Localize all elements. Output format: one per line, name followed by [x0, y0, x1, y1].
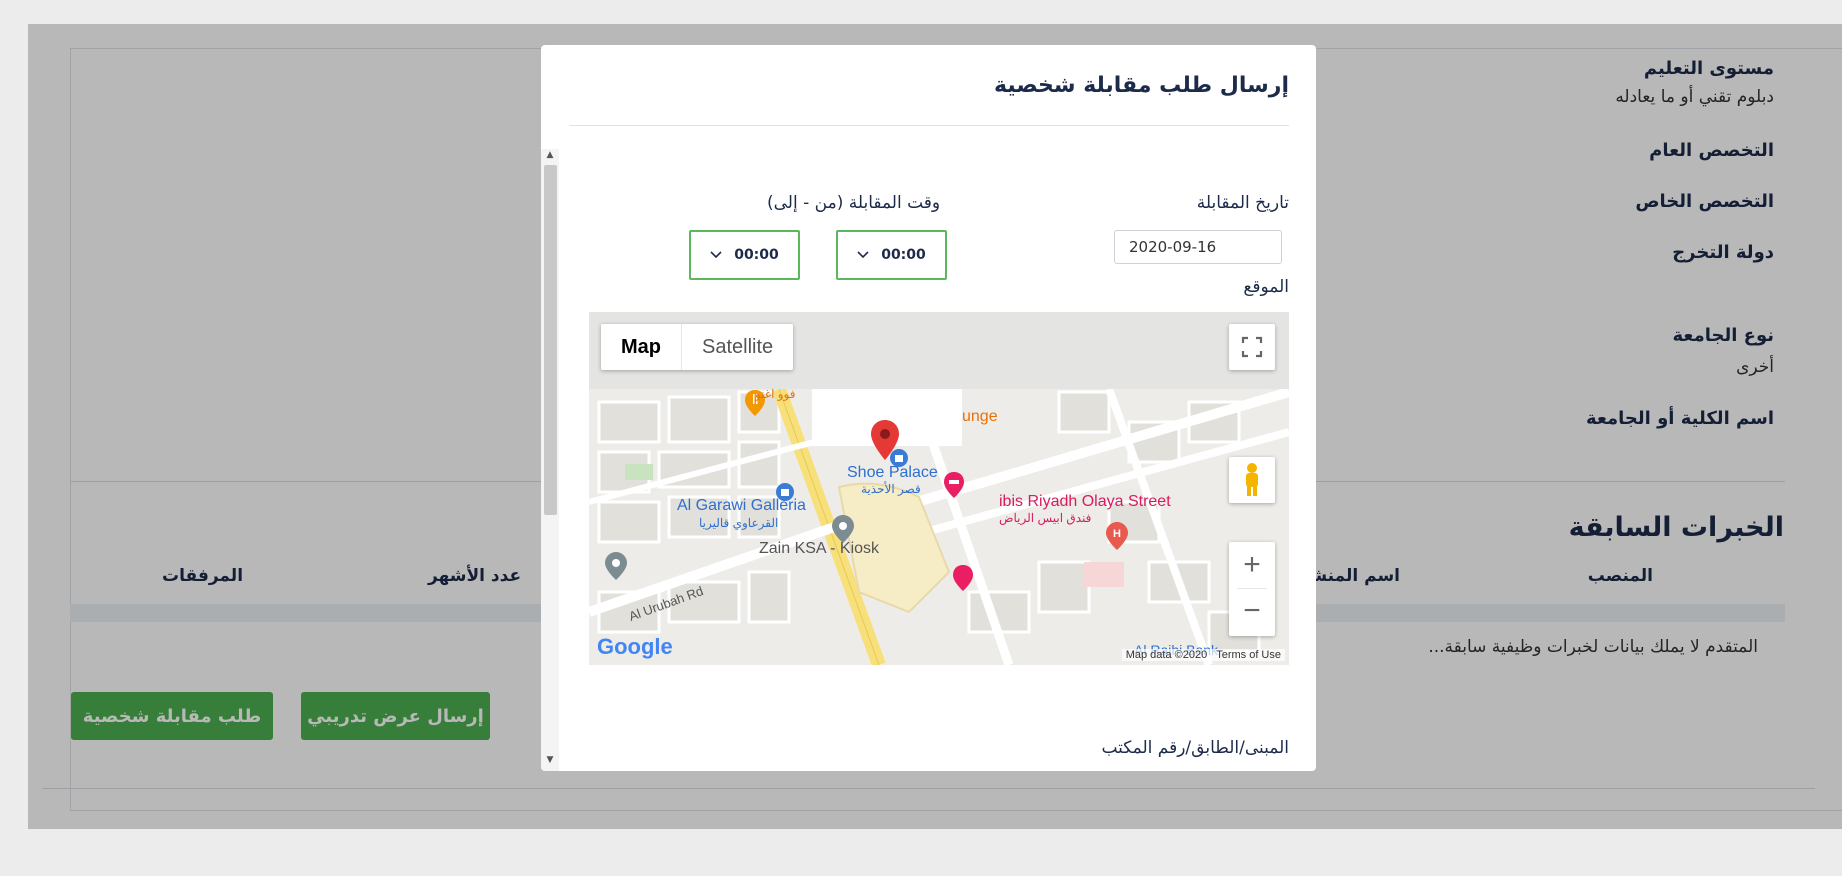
kiosk-pin-icon	[832, 515, 854, 543]
map-footer: Map data ©2020 Terms of Use	[1121, 649, 1285, 661]
interview-request-modal: إرسال طلب مقابلة شخصية ▲ ▼ تاريخ المقابل…	[541, 45, 1316, 771]
map-label-fuego: فوو اغنو	[755, 387, 796, 401]
map-label-ibis: ibis Riyadh Olaya Street	[999, 493, 1171, 510]
date-label: تاريخ المقابلة	[1196, 193, 1289, 213]
map-label-ibis-ar: فندق ابيس الرياض	[999, 511, 1092, 525]
map-label-shoe-palace-ar: قصر الأحذية	[861, 482, 921, 496]
svg-text:H: H	[1113, 528, 1121, 540]
hospital-icon: H	[1106, 522, 1128, 550]
scroll-down-icon[interactable]: ▼	[544, 754, 556, 766]
map-label-zain: Zain KSA - Kiosk	[759, 540, 880, 557]
map-type-control: Map Satellite	[601, 324, 794, 370]
map-data-credit: Map data ©2020	[1125, 649, 1208, 661]
interview-date-input[interactable]	[1114, 230, 1282, 264]
map-tab-satellite[interactable]: Satellite	[682, 324, 793, 370]
scroll-up-icon[interactable]: ▲	[544, 149, 556, 161]
modal-title: إرسال طلب مقابلة شخصية	[994, 73, 1289, 98]
poi-grey-icon	[605, 552, 627, 580]
modal-header-divider	[569, 125, 1289, 126]
time-from-value: 00:00	[881, 247, 926, 263]
fullscreen-icon	[1241, 336, 1263, 358]
map-label-shoe-palace: Shoe Palace	[847, 464, 938, 481]
map-label-al-garawi: Al Garawi Galleria	[677, 497, 806, 514]
map-label-al-garawi-ar: القرعاوي قاليريا	[699, 516, 779, 530]
time-label: وقت المقابلة (من - إلى)	[767, 193, 941, 213]
location-map[interactable]: Map Satellite + − H Shoe Palace قصر الأح…	[589, 312, 1289, 665]
scrollbar-thumb[interactable]	[544, 165, 557, 515]
street-view-pegman[interactable]	[1229, 457, 1275, 503]
terms-of-use-link[interactable]: Terms of Use	[1216, 649, 1281, 661]
poi-pink-icon	[953, 565, 973, 591]
google-logo: Google	[597, 634, 673, 660]
chevron-down-icon	[710, 251, 722, 259]
fullscreen-button[interactable]	[1229, 324, 1275, 370]
map-tab-map[interactable]: Map	[601, 324, 682, 370]
zoom-in-button[interactable]: +	[1229, 542, 1275, 588]
location-label: الموقع	[1243, 277, 1289, 297]
google-logo-text: Google	[597, 634, 673, 659]
pegman-icon	[1246, 463, 1258, 496]
time-to-value: 00:00	[734, 247, 779, 263]
chevron-down-icon	[857, 251, 869, 259]
building-floor-office-label: المبنى/الطابق/رقم المكتب	[1101, 738, 1289, 758]
map-label-lounge: unge	[962, 408, 998, 425]
hotel-icon	[944, 472, 964, 498]
time-from-select[interactable]: 00:00	[836, 230, 947, 280]
zoom-out-button[interactable]: −	[1229, 588, 1275, 634]
zoom-control: + −	[1229, 542, 1275, 636]
time-to-select[interactable]: 00:00	[689, 230, 800, 280]
